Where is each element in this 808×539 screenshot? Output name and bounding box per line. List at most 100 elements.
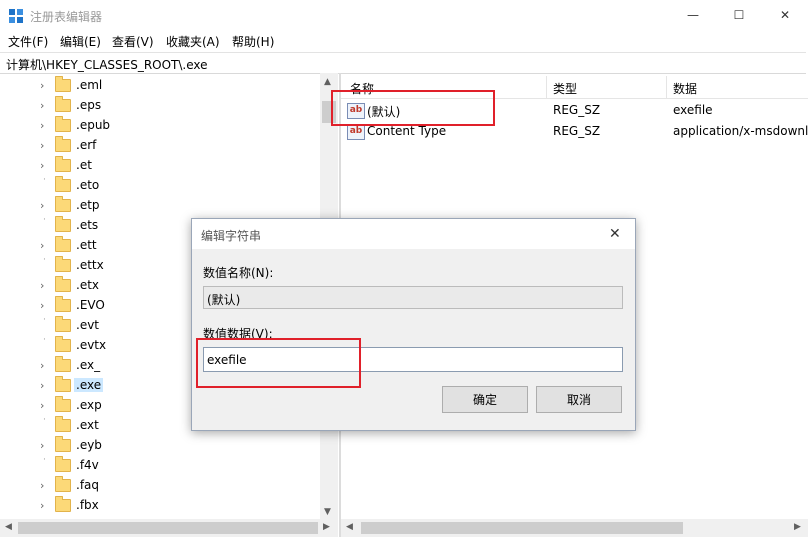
cancel-button[interactable]: 取消 [536,386,622,413]
scroll-right-icon[interactable]: ▶ [794,522,801,532]
tree-item[interactable]: › .eps [0,95,320,115]
column-divider[interactable] [666,76,667,98]
folder-icon [55,256,71,272]
value-data: application/x-msdownl [673,124,808,138]
chevron-right-icon[interactable]: › [40,299,44,312]
menu-file[interactable]: 文件(F) [8,33,48,50]
maximize-button[interactable]: ☐ [716,0,762,30]
window-title: 注册表编辑器 [30,10,103,24]
chevron-right-icon[interactable]: › [40,379,44,392]
tree-item-label: .fbx [76,498,99,512]
chevron-right-icon[interactable]: › [40,239,44,252]
column-data[interactable]: 数据 [673,80,697,97]
menu-bar: 文件(F) 编辑(E) 查看(V) 收藏夹(A) 帮助(H) [0,30,808,50]
chevron-right-icon[interactable]: › [40,279,44,292]
chevron-right-icon[interactable]: › [40,439,44,452]
chevron-right-icon[interactable]: › [40,479,44,492]
regedit-icon [9,9,23,23]
menu-view[interactable]: 查看(V) [112,33,154,50]
value-row[interactable]: ab (默认) REG_SZ exefile [341,100,808,121]
scroll-right-icon[interactable]: ▶ [323,522,330,532]
tree-item[interactable]: › .faq [0,475,320,495]
tree-hscroll-thumb[interactable] [18,522,318,534]
tree-item[interactable]: · .eto [0,175,320,195]
scroll-down-icon[interactable]: ▼ [324,507,331,517]
tree-item-label: .f4v [76,458,99,472]
tree-item[interactable]: › .erf [0,135,320,155]
chevron-right-icon[interactable]: › [40,399,44,412]
tree-item-label: .exp [76,398,102,412]
tree-item-label: .etp [76,198,100,212]
folder-icon [55,156,71,172]
folder-icon [55,296,71,312]
tree-item[interactable]: › .et [0,155,320,175]
tree-item-label: .faq [76,478,100,492]
value-data-input[interactable]: exefile [203,347,623,372]
chevron-right-icon[interactable]: › [40,139,44,152]
tree-item-label: .evtx [76,338,107,352]
chevron-right-icon[interactable]: › [40,99,44,112]
folder-icon [55,96,71,112]
tree-item[interactable]: › .eml [0,75,320,95]
tree-item[interactable]: › .fbx [0,495,320,515]
menu-favorites[interactable]: 收藏夹(A) [166,33,220,50]
folder-icon [55,176,71,192]
tree-line: · [43,335,47,345]
chevron-right-icon[interactable]: › [40,199,44,212]
folder-icon [55,116,71,132]
column-divider[interactable] [546,76,547,98]
tree-item-label: .ets [76,218,99,232]
folder-icon [55,396,71,412]
dialog-title-bar: 编辑字符串 ✕ [192,219,635,249]
value-name: Content Type [367,124,447,138]
chevron-right-icon[interactable]: › [40,359,44,372]
chevron-right-icon[interactable]: › [40,159,44,172]
chevron-right-icon[interactable]: › [40,499,44,512]
scroll-left-icon[interactable]: ◀ [346,522,353,532]
value-data: exefile [673,103,713,117]
tree-item[interactable]: › .etp [0,195,320,215]
folder-icon [55,336,71,352]
tree-item-label: .etx [76,278,100,292]
list-hscroll-thumb[interactable] [361,522,683,534]
chevron-right-icon[interactable]: › [40,119,44,132]
folder-icon [55,356,71,372]
tree-line: · [43,455,47,465]
folder-icon [55,136,71,152]
chevron-right-icon[interactable]: › [40,79,44,92]
tree-item-label: .ex_ [76,358,101,372]
tree-item-label: .et [76,158,92,172]
value-name: (默认) [367,105,401,119]
address-path[interactable]: 计算机\HKEY_CLASSES_ROOT\.exe [6,56,208,73]
tree-item-label: .evt [76,318,100,332]
tree-scroll-thumb[interactable] [322,101,336,123]
tree-line: · [43,175,47,185]
tree-item-label: .erf [76,138,97,152]
close-button[interactable]: ✕ [762,0,808,30]
folder-icon [55,236,71,252]
address-bar[interactable]: 计算机\HKEY_CLASSES_ROOT\.exe [0,52,806,74]
value-row[interactable]: ab Content Type REG_SZ application/x-msd… [341,121,808,142]
string-value-icon: ab [347,103,365,119]
dialog-title: 编辑字符串 [201,229,262,243]
value-type: REG_SZ [553,103,601,117]
menu-help[interactable]: 帮助(H) [232,33,274,50]
edit-string-dialog: 编辑字符串 ✕ 数值名称(N): (默认) 数值数据(V): exefile 确… [191,218,636,431]
value-name-label: 数值名称(N): [203,266,274,280]
menu-edit[interactable]: 编辑(E) [60,33,101,50]
minimize-button[interactable]: — [670,0,716,30]
column-name[interactable]: 名称 [350,80,374,97]
scroll-left-icon[interactable]: ◀ [5,522,12,532]
scroll-up-icon[interactable]: ▲ [324,77,331,87]
value-data-label: 数值数据(V): [203,327,273,341]
column-type[interactable]: 类型 [553,80,577,97]
dialog-close-icon[interactable]: ✕ [609,226,621,242]
folder-icon [55,416,71,432]
tree-item-label: .eps [76,98,102,112]
tree-item[interactable]: › .epub [0,115,320,135]
folder-icon [55,276,71,292]
tree-item[interactable]: › .eyb [0,435,320,455]
tree-item-label: .eyb [76,438,102,452]
tree-item[interactable]: · .f4v [0,455,320,475]
ok-button[interactable]: 确定 [442,386,528,413]
